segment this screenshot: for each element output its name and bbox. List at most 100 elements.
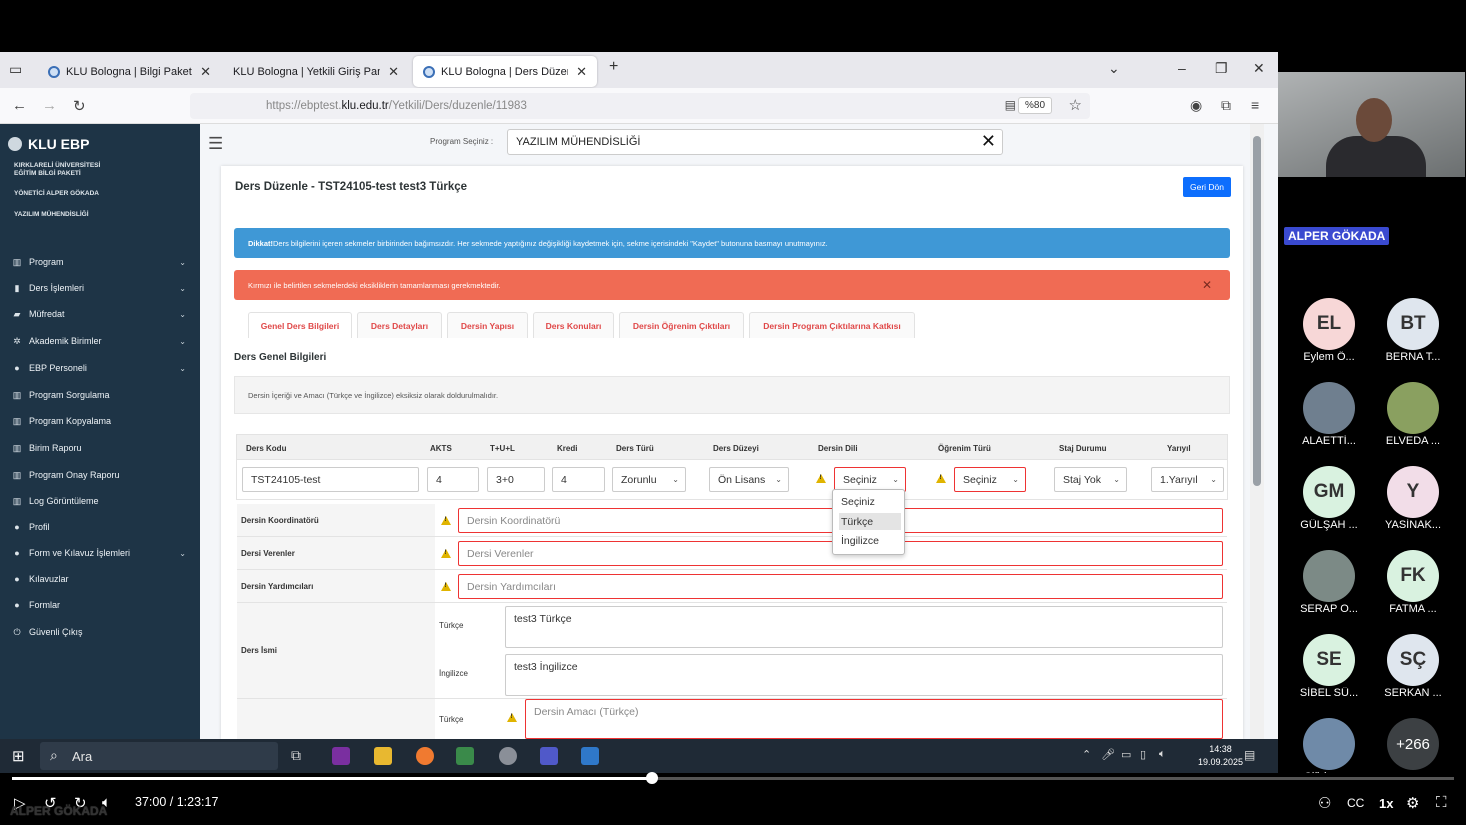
back-button[interactable]: Geri Dön [1182, 177, 1231, 197]
ders-duzeyi-select[interactable]: Ön Lisans ⌄ [709, 467, 789, 492]
ders-amaci-tr-textarea[interactable]: Dersin Amacı (Türkçe) [525, 699, 1223, 739]
tab-genel-ders-bilgileri[interactable]: Genel Ders Bilgileri [248, 312, 352, 338]
tab-ders-detaylari[interactable]: Ders Detayları [357, 312, 442, 338]
tab-list-icon[interactable]: ▭ [9, 61, 22, 78]
sidebar-item-12[interactable]: ● Kılavuzlar [10, 570, 190, 588]
forward-arrow-icon[interactable]: → [42, 97, 57, 114]
staj-durumu-select[interactable]: Staj Yok ⌄ [1054, 467, 1127, 492]
sidebar-item-4[interactable]: ● EBP Personeli ⌄ [10, 359, 190, 377]
restore-icon[interactable]: ❐ [1215, 60, 1228, 77]
participant-tile[interactable]: GM GÜLŞAH ... [1294, 466, 1364, 531]
gear-icon[interactable]: ⚙ [1406, 794, 1419, 812]
participant-tile[interactable]: Y YASİNAK... [1378, 466, 1448, 531]
ders-ismi-tr-textarea[interactable]: test3 Türkçe [505, 606, 1223, 648]
file-explorer-icon[interactable] [374, 747, 392, 765]
task-view-icon[interactable]: ⧉ [291, 747, 301, 764]
captions-icon[interactable]: CC [1347, 796, 1364, 810]
settings-app-icon[interactable] [499, 747, 517, 765]
ders-kodu-input[interactable]: TST24105-test [242, 467, 419, 492]
minimize-icon[interactable]: – [1178, 60, 1186, 76]
bookmark-star-icon[interactable]: ☆ [1069, 96, 1082, 114]
chevron-up-icon[interactable]: ⌃ [1082, 748, 1091, 761]
sidebar-item-0[interactable]: ▥ Program ⌄ [10, 253, 190, 271]
sidebar-item-5[interactable]: ▥ Program Sorgulama [10, 386, 190, 404]
browser-tab-2[interactable]: KLU Bologna | Yetkili Giriş Paneli ✕ [223, 56, 409, 87]
reload-icon[interactable]: ↻ [73, 97, 86, 115]
reader-view-icon[interactable]: ▤ [1005, 98, 1016, 112]
url-bar[interactable]: https://ebptest. klu.edu.tr/Yetkili/Ders/… [190, 93, 1090, 119]
back-arrow-icon[interactable]: ← [12, 97, 27, 114]
option-turkce[interactable]: Türkçe [839, 513, 901, 530]
firefox-icon[interactable] [416, 747, 434, 765]
participant-tile[interactable]: BT BERNA T... [1378, 298, 1448, 363]
windows-start-icon[interactable]: ⊞ [12, 747, 25, 765]
option-ingilizce[interactable]: İngilizce [839, 532, 901, 549]
yardimci-input[interactable]: Dersin Yardımcıları [458, 574, 1223, 599]
sidebar-item-9[interactable]: ▥ Log Görüntüleme [10, 492, 190, 510]
participants-icon[interactable]: ⚇ [1318, 794, 1331, 812]
participant-tile[interactable]: ALAETTİ... [1294, 382, 1364, 447]
close-tab-icon[interactable]: ✕ [388, 64, 399, 80]
tul-input[interactable]: 3+0 [487, 467, 545, 492]
tab-ogrenim-ciktilari[interactable]: Dersin Öğrenim Çıktıları [619, 312, 744, 338]
account-icon[interactable]: ◉ [1190, 97, 1202, 114]
chevron-down-icon[interactable]: ⌄ [1108, 60, 1120, 77]
tab-dersin-yapisi[interactable]: Dersin Yapısı [447, 312, 528, 338]
participant-tile[interactable]: SÇ SERKAN ... [1378, 634, 1448, 699]
sidebar-item-3[interactable]: ✲ Akademik Birimler ⌄ [10, 332, 190, 350]
volume-icon[interactable]: 🔈︎ [1159, 748, 1166, 761]
remote-desktop-icon[interactable] [581, 747, 599, 765]
tab-program-ciktilarina-katkisi[interactable]: Dersin Program Çıktılarına Katkısı [749, 312, 915, 338]
battery-icon[interactable]: ▭ [1121, 748, 1131, 761]
sidebar-item-14[interactable]: ⏻ Güvenli Çıkış [10, 623, 190, 641]
participant-tile[interactable]: SE SİBEL SÜ... [1294, 634, 1364, 699]
browser-tab-3[interactable]: KLU Bologna | Ders Düzenle ✕ [413, 56, 597, 87]
brand[interactable]: KLU EBP [8, 136, 89, 152]
microphone-icon[interactable]: 🎤︎ [1101, 748, 1115, 761]
browser-tab-1[interactable]: KLU Bologna | Bilgi Paketi ✕ [38, 56, 221, 87]
hamburger-menu-icon[interactable]: ☰ [208, 134, 223, 154]
new-tab-icon[interactable]: + [609, 58, 618, 76]
taskbar-clock[interactable]: 14:38 19.09.2025 [1198, 743, 1243, 769]
sidebar-item-8[interactable]: ▥ Program Onay Raporu [10, 466, 190, 484]
sidebar-item-7[interactable]: ▥ Birim Raporu [10, 439, 190, 457]
sidebar-item-10[interactable]: ● Profil [10, 518, 190, 536]
menu-icon[interactable]: ≡ [1251, 97, 1259, 113]
speed-button[interactable]: 1x [1379, 796, 1393, 811]
teams-icon[interactable] [540, 747, 558, 765]
yariyil-select[interactable]: 1.Yarıyıl ⌄ [1151, 467, 1224, 492]
seek-bar[interactable] [12, 772, 1454, 784]
close-window-icon[interactable]: ✕ [1253, 60, 1265, 77]
participant-tile[interactable]: SERAP O... [1294, 550, 1364, 615]
network-icon[interactable]: ▯ [1140, 748, 1146, 761]
participant-tile[interactable]: ELVEDA ... [1378, 382, 1448, 447]
seek-handle[interactable] [646, 772, 659, 784]
taskbar-search[interactable]: ⌕ Ara [40, 742, 278, 770]
ogrenim-turu-select[interactable]: Seçiniz ⌄ [954, 467, 1026, 492]
program-select[interactable]: YAZILIM MÜHENDİSLİĞİ ✕ [507, 129, 1003, 155]
kredi-input[interactable]: 4 [552, 467, 605, 492]
clear-selection-icon[interactable]: ✕ [981, 131, 996, 152]
sidebar-item-2[interactable]: ▰ Müfredat ⌄ [10, 305, 190, 323]
zoom-badge[interactable]: %80 [1017, 97, 1052, 114]
sidebar-item-1[interactable]: ▮ Ders İşlemleri ⌄ [10, 279, 190, 297]
notifications-icon[interactable]: ▤ [1244, 748, 1255, 762]
extensions-icon[interactable]: ⧉ [1221, 97, 1231, 114]
participant-tile[interactable]: +266 [1378, 718, 1448, 771]
sidebar-item-11[interactable]: ● Form ve Kılavuz İşlemleri ⌄ [10, 544, 190, 562]
excel-icon[interactable] [456, 747, 474, 765]
sidebar-item-6[interactable]: ▥ Program Kopyalama [10, 412, 190, 430]
phpstorm-icon[interactable] [332, 747, 350, 765]
participant-tile[interactable]: EL Eylem Ö... [1294, 298, 1364, 363]
sidebar-item-13[interactable]: ● Formlar [10, 596, 190, 614]
akts-input[interactable]: 4 [427, 467, 479, 492]
ders-ismi-en-textarea[interactable]: test3 İngilizce [505, 654, 1223, 696]
ders-turu-select[interactable]: Zorunlu ⌄ [612, 467, 686, 492]
participant-tile[interactable]: FK FATMA ... [1378, 550, 1448, 615]
close-tab-icon[interactable]: ✕ [576, 64, 587, 80]
tab-ders-konulari[interactable]: Ders Konuları [533, 312, 614, 338]
option-seciniz[interactable]: Seçiniz [839, 493, 901, 510]
close-alert-icon[interactable]: ✕ [1202, 278, 1212, 292]
fullscreen-icon[interactable]: ⛶ [1436, 794, 1447, 811]
close-tab-icon[interactable]: ✕ [200, 64, 211, 80]
